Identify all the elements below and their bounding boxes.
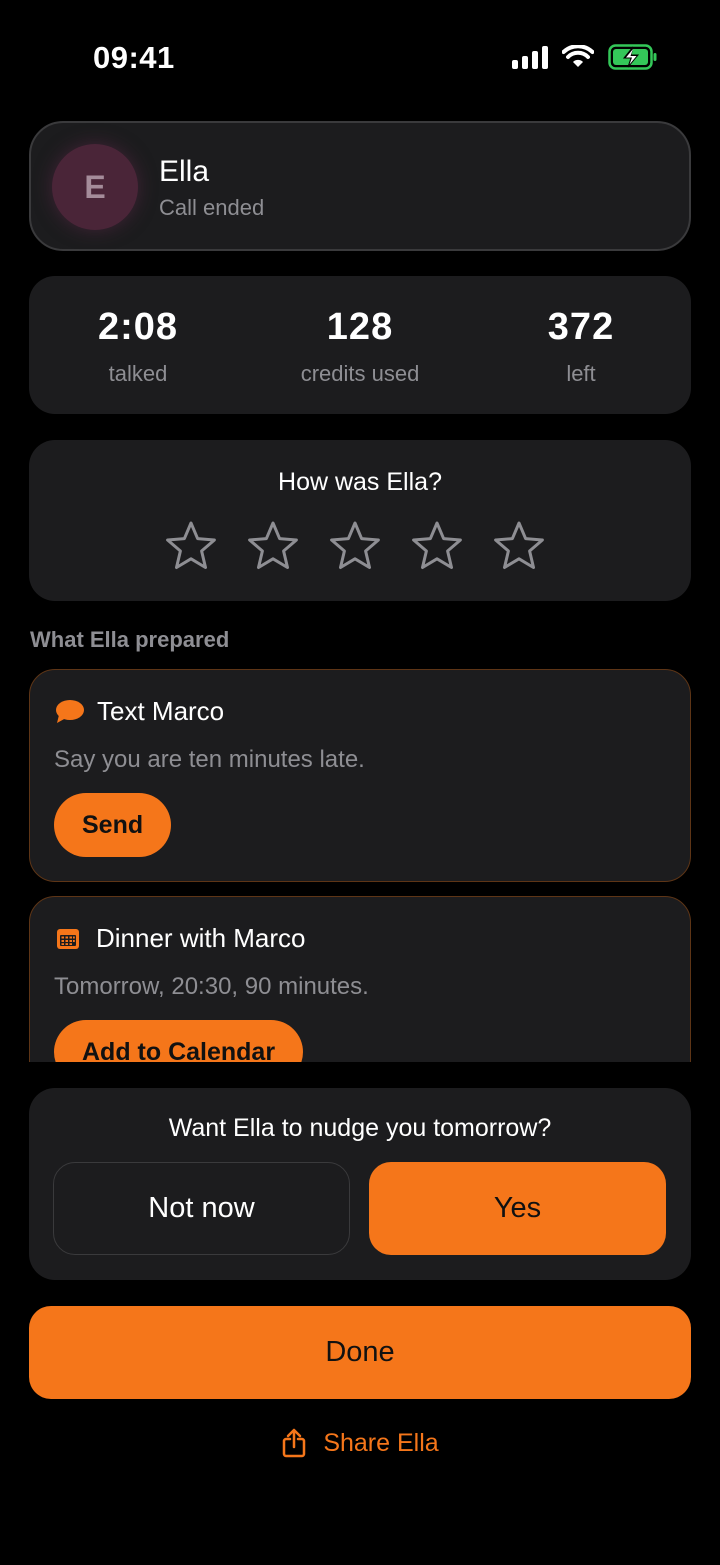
add-to-calendar-button[interactable]: Add to Calendar	[54, 1020, 304, 1062]
calendar-icon	[57, 929, 79, 949]
not-now-button[interactable]: Not now	[53, 1162, 350, 1255]
share-button[interactable]: Share Ella	[0, 1428, 720, 1458]
prepared-item-dinner: Dinner with Marco Tomorrow, 20:30, 90 mi…	[29, 896, 691, 1062]
prepared-item-title: Text Marco	[97, 696, 225, 726]
send-button[interactable]: Send	[54, 793, 172, 857]
prepared-scroll-area[interactable]: Text Marco Say you are ten minutes late.…	[0, 0, 720, 1062]
yes-button[interactable]: Yes	[369, 1162, 666, 1255]
prepared-item-title: Dinner with Marco	[96, 923, 306, 953]
done-button[interactable]: Done	[29, 1306, 691, 1399]
message-bubble-icon	[56, 700, 84, 723]
prepared-item-description: Say you are ten minutes late.	[54, 746, 365, 773]
share-icon	[283, 1428, 306, 1458]
prepared-item-description: Tomorrow, 20:30, 90 minutes.	[54, 973, 369, 1000]
prepared-item-text-marco: Text Marco Say you are ten minutes late.…	[29, 669, 691, 882]
share-label: Share Ella	[323, 1428, 439, 1457]
nudge-card: Want Ella to nudge you tomorrow? Not now…	[29, 1088, 691, 1280]
nudge-question: Want Ella to nudge you tomorrow?	[168, 1114, 552, 1142]
